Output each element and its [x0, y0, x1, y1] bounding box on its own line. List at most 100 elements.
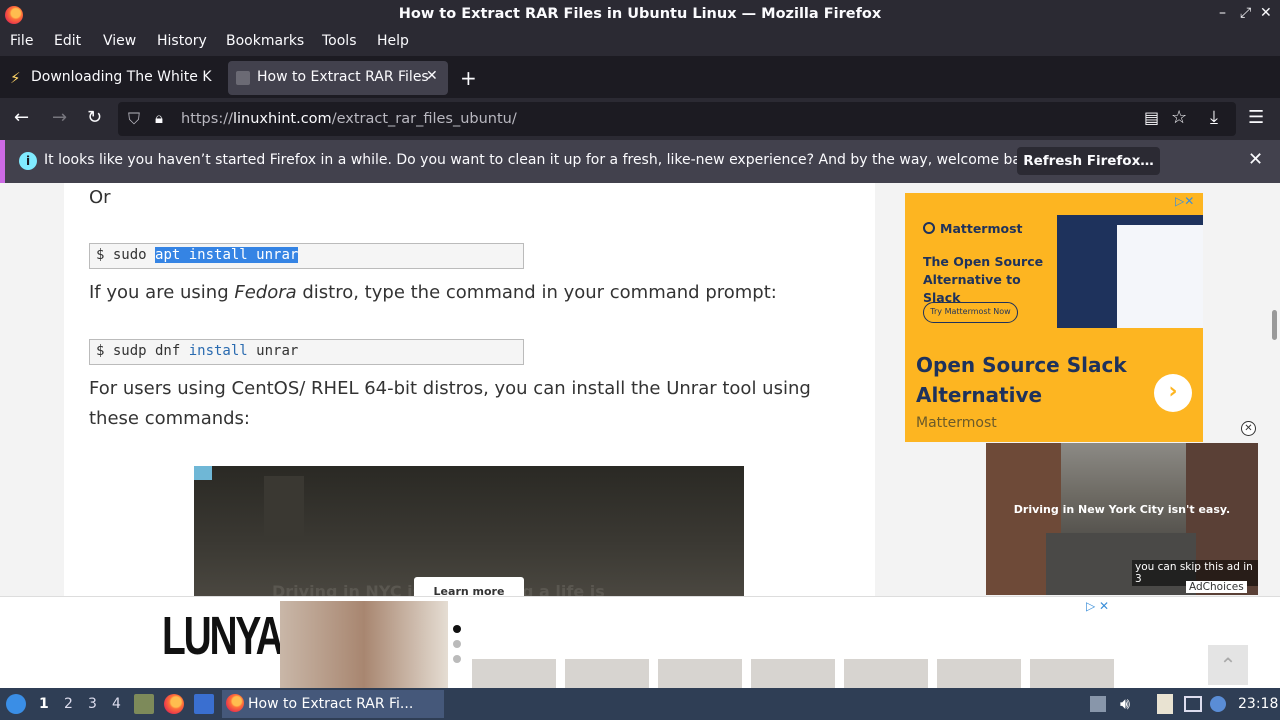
carousel-dot[interactable]: [453, 640, 461, 648]
product-thumb[interactable]: [1030, 659, 1114, 688]
menu-bookmarks[interactable]: Bookmarks: [226, 33, 304, 49]
menu-view[interactable]: View: [103, 33, 136, 49]
tab-label: Downloading The White K: [31, 69, 212, 85]
scroll-to-top-button[interactable]: ⌃: [1208, 645, 1248, 685]
info-icon: i: [19, 152, 37, 170]
tracking-shield-icon[interactable]: ⛉: [128, 109, 140, 129]
close-tab-icon[interactable]: ✕: [426, 68, 438, 84]
menu-history[interactable]: History: [157, 33, 207, 49]
video-ad[interactable]: Driving in New York City isn't easy. you…: [986, 443, 1258, 595]
ad-brand: Mattermost: [940, 221, 1023, 236]
terminal-icon[interactable]: [194, 694, 214, 714]
display-icon[interactable]: [1184, 696, 1202, 712]
chevron-right-icon[interactable]: ›: [1154, 374, 1192, 412]
bookmark-star-icon[interactable]: ☆: [1171, 107, 1187, 128]
ad-screenshot: [1057, 215, 1203, 328]
inline-video-ad[interactable]: Driving in NYC isn't... driving a life i…: [194, 466, 744, 596]
menu-edit[interactable]: Edit: [54, 33, 81, 49]
centos-paragraph-line1: For users using CentOS/ RHEL 64-bit dist…: [89, 378, 811, 399]
centos-paragraph-line2: these commands:: [89, 408, 250, 429]
notes-icon[interactable]: [1157, 694, 1173, 714]
close-ad-icon[interactable]: ✕: [1241, 421, 1256, 436]
mattermost-logo-icon: [923, 222, 935, 234]
workspace-4[interactable]: 4: [112, 696, 121, 712]
menu-file[interactable]: File: [10, 33, 33, 49]
workspace-1[interactable]: 1: [39, 696, 49, 712]
notification-bar: i It looks like you haven’t started Fire…: [0, 140, 1280, 183]
carousel-dot-active[interactable]: [453, 625, 461, 633]
ad-photo: [280, 601, 448, 688]
code-block-apt[interactable]: $ sudo apt install unrar: [89, 243, 524, 269]
close-window-button[interactable]: ✕: [1260, 5, 1272, 21]
fedora-paragraph: If you are using Fedora distro, type the…: [89, 282, 777, 303]
menu-tools[interactable]: Tools: [322, 33, 357, 49]
code-block-dnf[interactable]: $ sudp dnf install unrar: [89, 339, 524, 365]
minimize-button[interactable]: –: [1219, 5, 1226, 21]
bottom-banner-ad[interactable]: LUNYA ▷ ✕ ⌃: [0, 596, 1280, 688]
ad-cta-button[interactable]: Try Mattermost Now: [923, 302, 1018, 323]
ad-big-headline: Open Source Slack Alternative: [916, 353, 1127, 407]
back-icon[interactable]: ←: [14, 107, 29, 128]
taskbar: 1 2 3 4 How to Extract RAR Fi... 🔊︎ 23:1…: [0, 688, 1280, 720]
firefox-launcher-icon[interactable]: [164, 694, 184, 714]
url-text[interactable]: https://linuxhint.com/extract_rar_files_…: [181, 111, 517, 127]
menu-help[interactable]: Help: [377, 33, 409, 49]
refresh-firefox-button[interactable]: Refresh Firefox…: [1017, 147, 1160, 175]
tab-extract-rar[interactable]: How to Extract RAR Files ✕: [228, 61, 448, 95]
product-thumb[interactable]: [658, 659, 742, 688]
site-favicon-icon: [236, 71, 250, 85]
lunya-logo: LUNYA: [162, 606, 284, 666]
product-thumb[interactable]: [565, 659, 649, 688]
taskbar-firefox-window[interactable]: How to Extract RAR Fi...: [222, 690, 444, 718]
file-manager-icon[interactable]: [134, 694, 154, 714]
traffic-light-shape: [264, 476, 304, 536]
reader-view-icon[interactable]: ▤: [1144, 108, 1159, 127]
workspace-3[interactable]: 3: [88, 696, 97, 712]
video-ad-caption: Driving in New York City isn't easy.: [1013, 503, 1231, 516]
learn-more-button[interactable]: Learn more: [414, 577, 524, 596]
workspace-2[interactable]: 2: [64, 696, 73, 712]
page-content: Or $ sudo apt install unrar If you are u…: [0, 183, 1280, 688]
tab-label: How to Extract RAR Files: [257, 69, 429, 85]
adchoices-link[interactable]: AdChoices: [1186, 581, 1247, 593]
tab-bar: ⚡ Downloading The White K How to Extract…: [0, 56, 1280, 98]
maximize-button[interactable]: ⤢: [1240, 5, 1251, 21]
tray-icon[interactable]: [1090, 696, 1106, 712]
ad-marker-icon: [194, 466, 212, 480]
start-menu-icon[interactable]: [6, 694, 26, 714]
ad-source: Mattermost: [916, 415, 997, 431]
lock-icon[interactable]: 🔒︎: [155, 109, 163, 127]
notification-message: It looks like you haven’t started Firefo…: [44, 152, 1043, 168]
reload-icon[interactable]: ↻: [87, 107, 102, 128]
volume-icon[interactable]: 🔊︎: [1120, 694, 1130, 714]
product-thumb[interactable]: [751, 659, 835, 688]
taskbar-app-label: How to Extract RAR Fi...: [248, 696, 414, 712]
mattermost-ad[interactable]: ▷✕ Mattermost The Open Source Alternativ…: [905, 193, 1203, 442]
ad-headline: The Open Source Alternative to Slack: [923, 254, 1044, 305]
forward-icon[interactable]: →: [52, 107, 67, 128]
page-scrollbar[interactable]: [1268, 183, 1280, 596]
new-tab-button[interactable]: +: [460, 66, 477, 90]
downloads-icon[interactable]: ⤓: [1210, 107, 1218, 128]
navigation-bar: ← → ↻ ⛉ 🔒︎ https://linuxhint.com/extract…: [0, 98, 1280, 140]
lunya-ad[interactable]: LUNYA ▷ ✕: [150, 599, 1118, 688]
network-icon[interactable]: [1210, 696, 1226, 712]
firefox-icon: [226, 694, 244, 712]
product-thumb[interactable]: [937, 659, 1021, 688]
window-title: How to Extract RAR Files in Ubuntu Linux…: [398, 6, 882, 22]
url-bar[interactable]: ⛉ 🔒︎ https://linuxhint.com/extract_rar_f…: [118, 102, 1236, 136]
product-thumb[interactable]: [844, 659, 928, 688]
hamburger-menu-icon[interactable]: ☰: [1248, 107, 1264, 128]
close-notification-icon[interactable]: ✕: [1248, 149, 1263, 170]
carousel-dot[interactable]: [453, 655, 461, 663]
title-bar: How to Extract RAR Files in Ubuntu Linux…: [0, 0, 1280, 30]
clock: 23:18: [1238, 696, 1279, 712]
menu-bar: File Edit View History Bookmarks Tools H…: [0, 30, 1280, 56]
product-thumb[interactable]: [472, 659, 556, 688]
ad-info-close-icon[interactable]: ▷✕: [1175, 194, 1194, 208]
ad-info-close-icon[interactable]: ▷ ✕: [1086, 599, 1109, 613]
or-text: Or: [89, 187, 111, 208]
scrollbar-thumb[interactable]: [1272, 310, 1277, 340]
bolt-icon: ⚡: [10, 69, 21, 87]
tab-downloading[interactable]: ⚡ Downloading The White K: [4, 61, 224, 95]
